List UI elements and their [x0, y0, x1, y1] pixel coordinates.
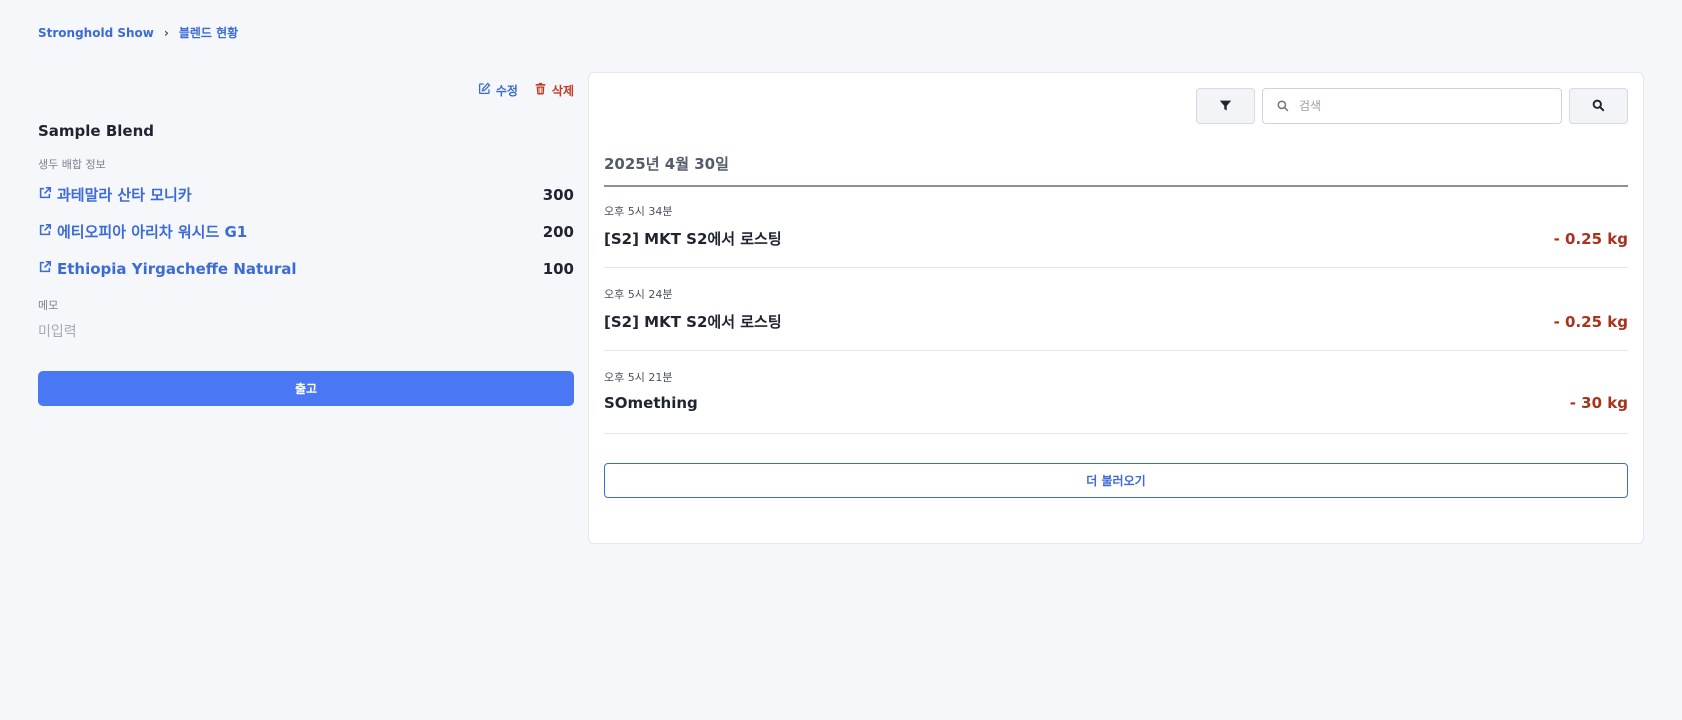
bean-name: 에티오피아 아리차 워시드 G1: [57, 223, 248, 241]
bean-row: 에티오피아 아리차 워시드 G1 200: [38, 213, 574, 250]
trash-icon: [534, 82, 547, 98]
history-toolbar: [1196, 88, 1628, 124]
entry-title: SOmething: [604, 394, 698, 412]
delete-label: 삭제: [551, 83, 574, 98]
bean-list: 과테말라 산타 모니카 300 에티오피아 아리차 워시드 G1 200 Eth…: [38, 176, 574, 287]
search-button[interactable]: [1569, 88, 1628, 124]
search-input[interactable]: [1299, 99, 1539, 113]
list-item: 오후 5시 24분 [S2] MKT S2에서 로스팅 - 0.25 kg: [604, 268, 1628, 351]
edit-label: 수정: [495, 83, 518, 98]
bean-qty: 100: [542, 259, 574, 278]
blend-detail-panel: 수정 삭제 Sample Blend 생두 배합 정보 과테말라 산타 모니카 …: [38, 72, 574, 406]
bean-link[interactable]: Ethiopia Yirgacheffe Natural: [38, 260, 297, 278]
entry-time: 오후 5시 21분: [604, 371, 673, 384]
delete-button[interactable]: 삭제: [534, 82, 574, 99]
breadcrumb-root[interactable]: Stronghold Show: [38, 26, 154, 40]
edit-button[interactable]: 수정: [478, 82, 518, 99]
entry-amount: - 30 kg: [1569, 394, 1628, 412]
load-more-button[interactable]: 더 불러오기: [604, 463, 1628, 498]
list-item: 오후 5시 21분 SOmething - 30 kg: [604, 351, 1628, 434]
ship-button[interactable]: 출고: [38, 371, 574, 406]
history-panel: 2025년 4월 30일 오후 5시 34분 [S2] MKT S2에서 로스팅…: [588, 72, 1644, 544]
memo-label: 메모: [38, 299, 59, 312]
date-header: 2025년 4월 30일: [604, 153, 1628, 187]
list-item: 오후 5시 34분 [S2] MKT S2에서 로스팅 - 0.25 kg: [604, 185, 1628, 268]
breadcrumb: Stronghold Show › 블렌드 현황: [38, 24, 238, 41]
filter-icon: [1219, 97, 1232, 116]
search-icon: [1592, 97, 1605, 116]
edit-icon: [478, 82, 491, 98]
history-list: 오후 5시 34분 [S2] MKT S2에서 로스팅 - 0.25 kg 오후…: [604, 185, 1628, 434]
external-link-icon: [38, 223, 52, 241]
composition-label: 생두 배합 정보: [38, 158, 106, 171]
blend-actions: 수정 삭제: [38, 72, 574, 108]
bean-name: 과테말라 산타 모니카: [57, 186, 192, 204]
entry-title: [S2] MKT S2에서 로스팅: [604, 230, 782, 248]
bean-link[interactable]: 에티오피아 아리차 워시드 G1: [38, 221, 247, 242]
bean-row: Ethiopia Yirgacheffe Natural 100: [38, 250, 574, 287]
external-link-icon: [38, 186, 52, 204]
blend-title: Sample Blend: [38, 122, 154, 140]
bean-qty: 200: [542, 222, 574, 241]
filter-button[interactable]: [1196, 88, 1255, 124]
entry-time: 오후 5시 24분: [604, 288, 673, 301]
breadcrumb-current[interactable]: 블렌드 현황: [179, 24, 238, 41]
bean-link[interactable]: 과테말라 산타 모니카: [38, 184, 192, 205]
bean-qty: 300: [542, 185, 574, 204]
search-icon: [1277, 97, 1289, 116]
bean-row: 과테말라 산타 모니카 300: [38, 176, 574, 213]
entry-amount: - 0.25 kg: [1553, 312, 1628, 331]
entry-title: [S2] MKT S2에서 로스팅: [604, 313, 782, 331]
bean-name: Ethiopia Yirgacheffe Natural: [57, 259, 297, 278]
entry-time: 오후 5시 34분: [604, 205, 673, 218]
breadcrumb-separator: ›: [163, 25, 169, 40]
entry-amount: - 0.25 kg: [1553, 229, 1628, 248]
external-link-icon: [38, 260, 52, 278]
search-box[interactable]: [1262, 88, 1562, 124]
memo-value: 미입력: [38, 324, 77, 340]
